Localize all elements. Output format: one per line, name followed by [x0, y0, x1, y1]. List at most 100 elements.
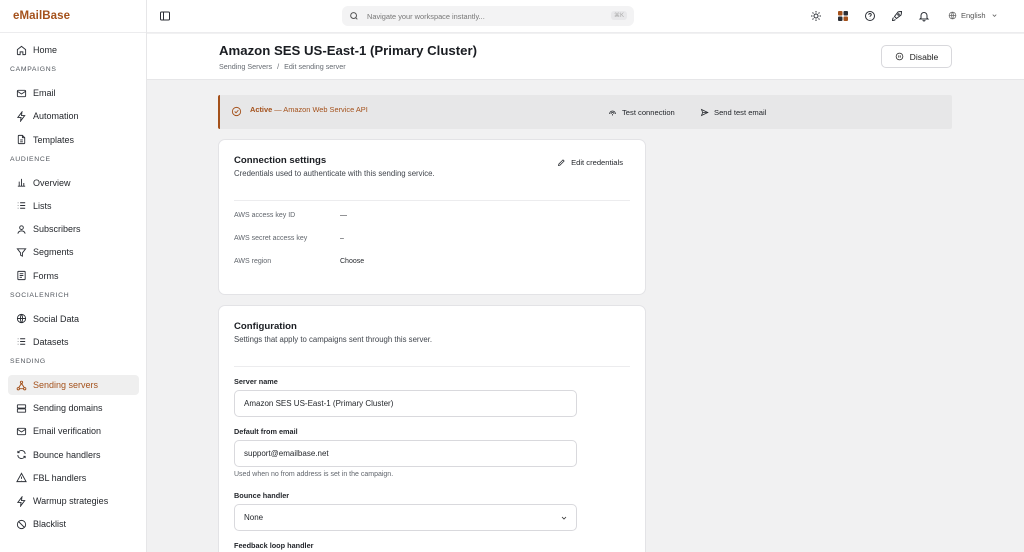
search-placeholder: Navigate your workspace instantly...	[367, 11, 485, 21]
sidebar-nav: Home CAMPAIGNS Email Automation Template…	[0, 40, 147, 537]
bolt-icon	[16, 495, 26, 507]
sidebar-item-label: Segments	[33, 247, 74, 258]
server-name-input[interactable]: Amazon SES US-East-1 (Primary Cluster)	[234, 390, 577, 417]
sidebar-item-label: Social Data	[33, 313, 80, 324]
sidebar-item-label: Forms	[33, 270, 59, 281]
sidebar-item-label: Home	[33, 45, 58, 55]
plug-icon	[609, 110, 616, 116]
breadcrumb: Sending Servers / Edit sending server	[219, 62, 346, 71]
bounce-handler-label: Bounce handler	[234, 491, 290, 500]
user-icon	[17, 225, 26, 234]
test-connection-button[interactable]: Test connection	[608, 108, 675, 117]
kv-row-secret-key: AWS secret access key –	[234, 235, 344, 242]
globe-icon	[16, 314, 27, 324]
sidebar-item-email[interactable]: Email	[8, 83, 139, 103]
search-bar[interactable]: Navigate your workspace instantly... ⌘K	[342, 6, 634, 26]
section-socialenrich: SOCIALENRICH	[10, 291, 70, 299]
kv-row-access-key: AWS access key ID —	[234, 212, 347, 219]
file-icon	[17, 134, 26, 145]
rocket-icon[interactable]	[891, 10, 903, 22]
edit-credentials-button[interactable]: Edit credentials	[557, 158, 623, 167]
sidebar-item-label: Warmup strategies	[33, 496, 109, 506]
card-title: Configuration	[234, 321, 297, 332]
kv-row-region: AWS region Choose	[234, 258, 364, 265]
mail-icon	[16, 89, 27, 97]
section-sending: SENDING	[10, 358, 46, 366]
sidebar-item-social-data[interactable]: Social Data	[8, 309, 139, 329]
sidebar-item-email-verification[interactable]: Email verification	[8, 421, 139, 441]
sidebar-item-segments[interactable]: Segments	[8, 242, 139, 262]
configuration-card: Configuration Settings that apply to cam…	[218, 305, 646, 552]
sidebar-item-lists[interactable]: Lists	[8, 196, 139, 216]
edit-credentials-label: Edit credentials	[571, 158, 623, 167]
kv-value: –	[340, 235, 344, 242]
sidebar-item-sending-servers[interactable]: Sending servers	[8, 375, 139, 396]
sidebar-item-label: Datasets	[33, 336, 69, 347]
brand-row: eMailBase	[0, 0, 146, 33]
send-icon	[700, 108, 709, 117]
breadcrumb-item-sending-servers[interactable]: Sending Servers	[219, 62, 272, 71]
sidebar-item-label: Overview	[33, 177, 71, 188]
bolt-icon	[16, 110, 26, 122]
server-icon	[16, 404, 27, 413]
network-icon	[16, 380, 27, 390]
search-shortcut: ⌘K	[610, 11, 627, 20]
kv-value[interactable]: Choose	[340, 258, 364, 265]
chevron-down-icon	[561, 516, 567, 520]
send-test-email-button[interactable]: Send test email	[700, 108, 766, 117]
breadcrumb-item-current: Edit sending server	[284, 62, 346, 71]
bar-chart-icon	[17, 179, 26, 187]
send-test-email-label: Send test email	[714, 108, 767, 117]
section-campaigns: CAMPAIGNS	[10, 66, 57, 74]
sidebar-item-fbl-handlers[interactable]: FBL handlers	[8, 468, 139, 488]
pencil-icon	[558, 159, 565, 167]
sidebar-item-templates[interactable]: Templates	[8, 130, 139, 150]
chevron-down-icon	[992, 14, 997, 17]
help-icon[interactable]	[864, 10, 876, 22]
sidebar-item-datasets[interactable]: Datasets	[8, 332, 139, 352]
mail-icon	[16, 427, 27, 436]
divider	[234, 366, 630, 367]
refresh-icon	[17, 450, 26, 460]
warning-icon	[16, 472, 27, 483]
globe-icon	[948, 11, 957, 20]
section-audience: AUDIENCE	[10, 155, 51, 163]
sidebar-item-bounce-handlers[interactable]: Bounce handlers	[8, 445, 139, 465]
list-icon	[17, 202, 26, 210]
ban-icon	[16, 519, 27, 529]
kv-value: —	[340, 212, 347, 219]
sidebar-item-label: Lists	[33, 200, 52, 211]
from-email-input[interactable]: support@emailbase.net	[234, 440, 577, 467]
test-connection-label: Test connection	[622, 108, 675, 117]
status-detail: — Amazon Web Service API	[272, 105, 368, 114]
sidebar-item-label: Templates	[33, 134, 75, 145]
bell-icon[interactable]	[918, 10, 930, 22]
connection-settings-card: Connection settings Credentials used to …	[218, 139, 646, 295]
sidebar-toggle-icon[interactable]	[159, 10, 171, 22]
card-subtitle: Settings that apply to campaigns sent th…	[234, 335, 433, 344]
sidebar-item-warmup-strategies[interactable]: Warmup strategies	[8, 491, 139, 511]
sidebar-item-forms[interactable]: Forms	[8, 266, 139, 286]
sidebar-item-subscribers[interactable]: Subscribers	[8, 219, 139, 239]
sidebar-item-blacklist[interactable]: Blacklist	[8, 514, 139, 534]
sun-icon[interactable]	[810, 10, 822, 22]
disable-label: Disable	[909, 51, 939, 62]
fbl-handler-label: Feedback loop handler	[234, 541, 314, 550]
disable-button[interactable]: Disable	[881, 45, 952, 68]
filter-icon	[16, 248, 27, 257]
language-selector[interactable]: English	[948, 11, 998, 20]
sidebar-item-home[interactable]: Home	[8, 40, 139, 60]
sidebar-item-automation[interactable]: Automation	[8, 106, 139, 126]
sidebar-item-label: Email verification	[33, 426, 102, 437]
page-header: Amazon SES US-East-1 (Primary Cluster) S…	[147, 34, 1024, 80]
bounce-handler-select[interactable]: None	[234, 504, 577, 531]
app-logo-icon[interactable]	[837, 10, 849, 22]
status-text: Active — Amazon Web Service API	[250, 105, 368, 114]
from-email-hint: Used when no from address is set in the …	[234, 471, 394, 478]
status-banner: Active — Amazon Web Service API Test con…	[218, 95, 952, 129]
kv-key: AWS secret access key	[234, 235, 308, 242]
sidebar-item-overview[interactable]: Overview	[8, 173, 139, 193]
sidebar-item-sending-domains[interactable]: Sending domains	[8, 398, 139, 418]
sidebar-item-label: Blacklist	[33, 519, 67, 530]
brand-logo[interactable]: eMailBase	[13, 10, 70, 22]
